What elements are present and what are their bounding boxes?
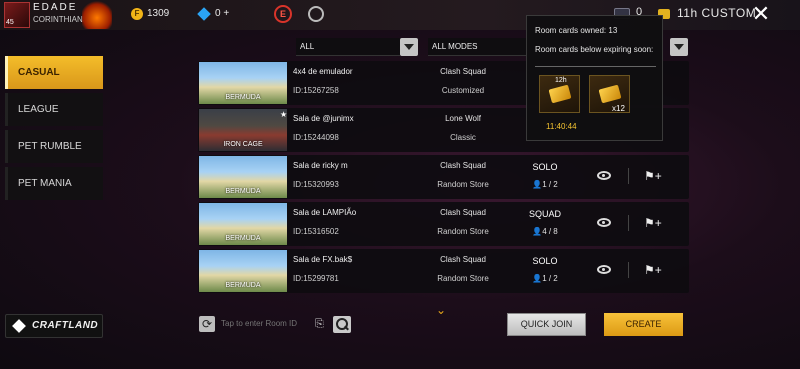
gauge-icon[interactable] [308, 6, 324, 22]
scroll-down-chevron-icon[interactable]: ⌄ [436, 303, 446, 317]
team-type: SOLO [532, 162, 558, 172]
room-mode: Clash Squad [440, 255, 486, 264]
nav-item-league[interactable]: LEAGUE [5, 93, 103, 126]
room-mode: Clash Squad [440, 67, 486, 76]
room-cards-popup: Room cards owned: 13 Room cards below ex… [526, 15, 663, 141]
divider [628, 215, 629, 231]
room-row[interactable]: BERMUDA Sala de FX.bak$ ID:15299781 Clas… [198, 249, 689, 293]
room-mode: Clash Squad [440, 208, 486, 217]
flame-emblem-icon [82, 1, 112, 29]
join-flag-icon[interactable]: ⚑+ [644, 216, 662, 230]
room-submode: Classic [450, 133, 476, 142]
room-row[interactable]: BERMUDA Sala de LAMPIÃo ID:15316502 Clas… [198, 202, 689, 246]
spectate-eye-icon[interactable] [597, 171, 611, 180]
room-submode: Random Store [437, 274, 489, 283]
room-mode: Lone Wolf [445, 114, 481, 123]
refresh-button[interactable]: ⟳ [199, 316, 215, 332]
room-submode: Customized [441, 86, 485, 95]
team-type: SQUAD [528, 209, 561, 219]
join-flag-icon[interactable]: ⚑+ [644, 263, 662, 277]
star-icon: ★ [280, 110, 288, 119]
craftland-label: CRAFTLAND [32, 320, 99, 331]
room-cards-expiring-label: Room cards below expiring soon: [535, 45, 654, 54]
card-quantity: x12 [612, 104, 625, 113]
room-submode: Random Store [437, 180, 489, 189]
player-count: 👤1 / 2 [532, 274, 558, 283]
quick-join-button[interactable]: QUICK JOIN [507, 313, 586, 336]
region-filter[interactable]: ALL [296, 38, 400, 56]
room-id-input[interactable] [218, 316, 312, 332]
create-button[interactable]: CREATE [604, 313, 683, 336]
map-name: BERMUDA [225, 94, 261, 101]
avatar-level: 45 [6, 19, 14, 26]
divider [628, 168, 629, 184]
gold-amount: 1309 [147, 8, 170, 19]
map-name: BERMUDA [225, 282, 261, 289]
divider [628, 262, 629, 278]
room-id: ID:15299781 [293, 274, 339, 283]
room-card-icon [598, 84, 622, 104]
mode-filter[interactable]: ALL MODES [428, 38, 526, 56]
spectate-eye-icon[interactable] [597, 218, 611, 227]
person-icon: 👤 [532, 274, 543, 283]
mode-dropdown-button[interactable] [670, 38, 688, 56]
map-name: BERMUDA [225, 188, 261, 195]
player-name: EDADE [33, 2, 78, 13]
room-id: ID:15267258 [293, 86, 339, 95]
diamond-amount[interactable]: 0 + [215, 8, 229, 19]
custom-mode-label: 11h CUSTOM [677, 6, 757, 20]
room-title: Sala de @junimx [293, 114, 354, 123]
room-mode: Clash Squad [440, 161, 486, 170]
room-id: ID:15320993 [293, 180, 339, 189]
room-title: Sala de ricky m [293, 161, 348, 170]
nav-item-pet-mania[interactable]: PET MANIA [5, 167, 103, 200]
player-count: 👤1 / 2 [532, 180, 558, 189]
room-row[interactable]: BERMUDA Sala de ricky m ID:15320993 Clas… [198, 155, 689, 199]
room-submode: Random Store [437, 227, 489, 236]
room-id: ID:15244098 [293, 133, 339, 142]
card-duration: 12h [555, 77, 567, 84]
divider [535, 66, 656, 67]
person-icon: 👤 [532, 180, 543, 189]
room-title: Sala de LAMPIÃo [293, 208, 357, 217]
room-cards-owned: Room cards owned: 13 [535, 26, 618, 35]
player-count: 👤4 / 8 [532, 227, 558, 236]
room-card-icon [548, 84, 572, 104]
search-button[interactable] [333, 316, 351, 333]
person-icon: 👤 [532, 227, 543, 236]
map-name: BERMUDA [225, 235, 261, 242]
room-title: Sala de FX.bak$ [293, 255, 353, 264]
spectate-eye-icon[interactable] [597, 265, 611, 274]
room-id: ID:15316502 [293, 227, 339, 236]
gold-coin-icon: F [131, 8, 143, 20]
team-type: SOLO [532, 256, 558, 266]
map-name: IRON CAGE [223, 141, 263, 148]
join-flag-icon[interactable]: ⚑+ [644, 169, 662, 183]
close-button[interactable]: ✕ [748, 2, 774, 28]
event-badge-icon[interactable]: E [274, 5, 292, 23]
nav-item-pet-rumble[interactable]: PET RUMBLE [5, 130, 103, 163]
region-dropdown-button[interactable] [400, 38, 418, 56]
paste-icon[interactable]: ⎘ [315, 317, 327, 331]
room-title: 4x4 de emulador [293, 67, 353, 76]
nav-item-casual[interactable]: CASUAL [5, 56, 103, 89]
card-expiry-timer: 11:40:44 [546, 122, 577, 131]
player-clan: CORINTHIANS [33, 15, 89, 24]
